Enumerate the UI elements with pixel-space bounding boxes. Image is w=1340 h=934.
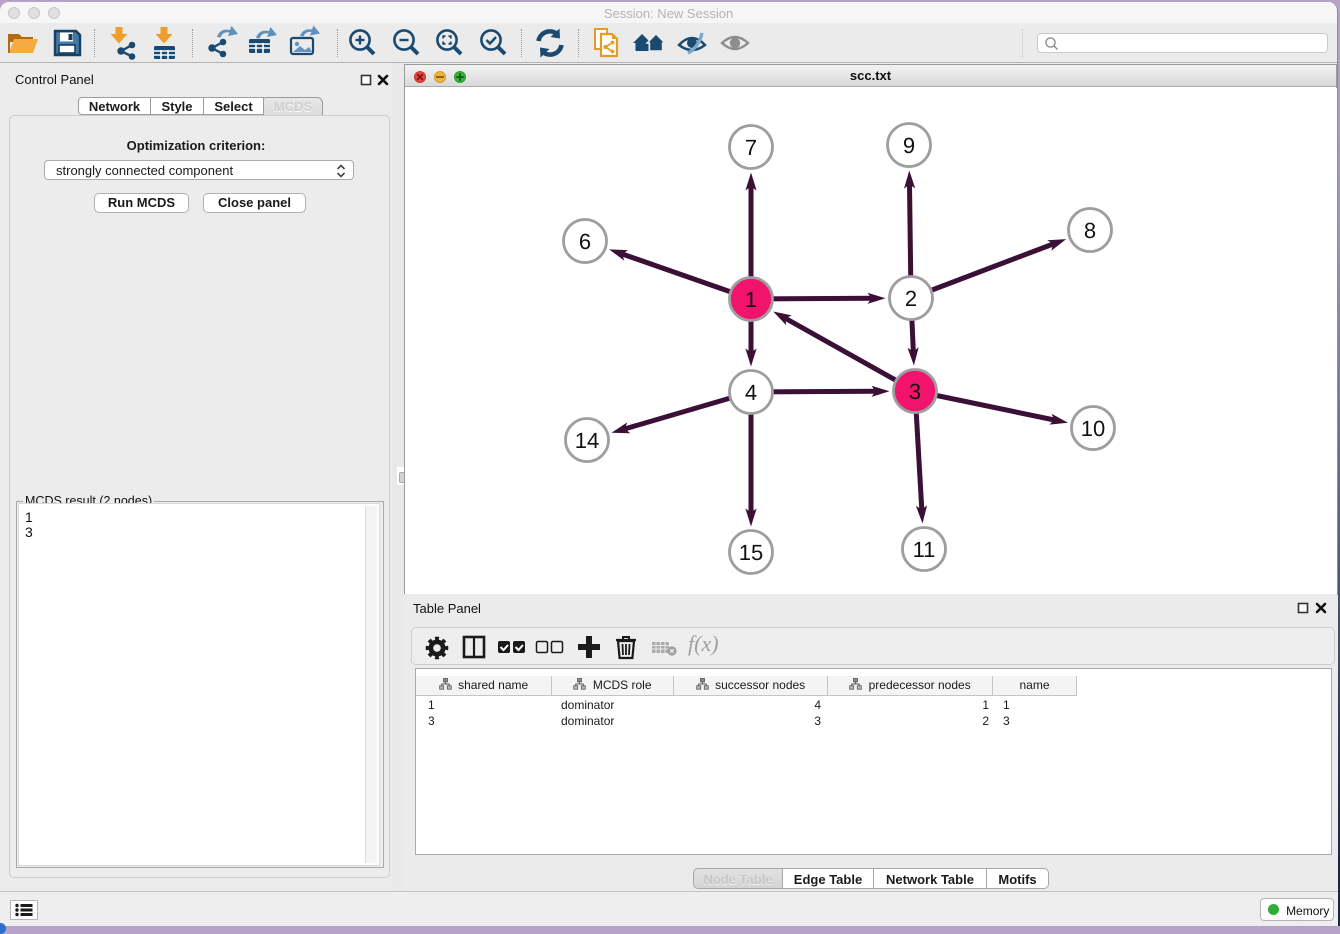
svg-text:6: 6 <box>579 229 591 254</box>
svg-text:10: 10 <box>1081 416 1105 441</box>
svg-text:11: 11 <box>913 537 936 562</box>
svg-text:4: 4 <box>745 380 757 405</box>
svg-text:3: 3 <box>909 379 921 404</box>
svg-text:7: 7 <box>745 135 757 160</box>
svg-text:14: 14 <box>575 428 599 453</box>
svg-text:8: 8 <box>1084 218 1096 243</box>
svg-text:2: 2 <box>905 286 917 311</box>
svg-text:15: 15 <box>739 540 763 565</box>
svg-text:1: 1 <box>745 287 757 312</box>
svg-text:9: 9 <box>903 133 915 158</box>
